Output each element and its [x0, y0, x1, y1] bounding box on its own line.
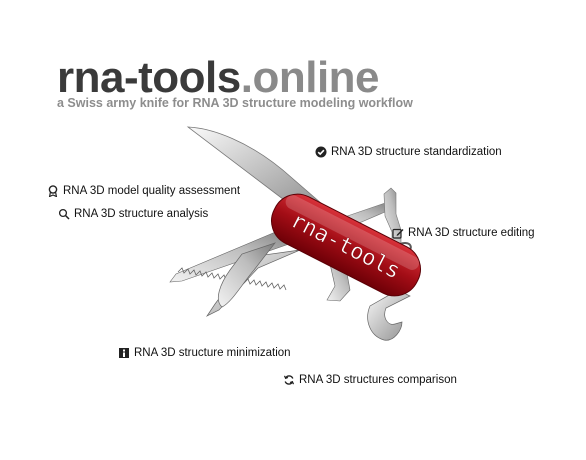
feature-label: RNA 3D structure editing: [408, 227, 535, 239]
refresh-icon: [283, 374, 295, 386]
award-icon: [47, 185, 59, 197]
edit-icon: [392, 227, 404, 239]
feature-label: RNA 3D structure minimization: [134, 347, 291, 359]
feature-structure-analysis[interactable]: RNA 3D structure analysis: [58, 208, 208, 220]
feature-label: RNA 3D structure standardization: [331, 146, 502, 158]
feature-label: RNA 3D model quality assessment: [63, 185, 241, 197]
feature-structure-minimization[interactable]: RNA 3D structure minimization: [118, 347, 291, 359]
feature-standardization[interactable]: RNA 3D structure standardization: [315, 146, 502, 158]
feature-label: RNA 3D structures comparison: [299, 374, 457, 386]
feature-structure-editing[interactable]: RNA 3D structure editing: [392, 227, 535, 239]
bottle-opener: [367, 289, 411, 341]
feature-quality-assessment[interactable]: RNA 3D model quality assessment: [47, 185, 240, 197]
feature-label: RNA 3D structure analysis: [74, 208, 209, 220]
check-circle-icon: [315, 146, 327, 158]
search-icon: [58, 208, 70, 220]
info-box-icon: [118, 347, 130, 359]
feature-structures-comparison[interactable]: RNA 3D structures comparison: [283, 374, 457, 386]
